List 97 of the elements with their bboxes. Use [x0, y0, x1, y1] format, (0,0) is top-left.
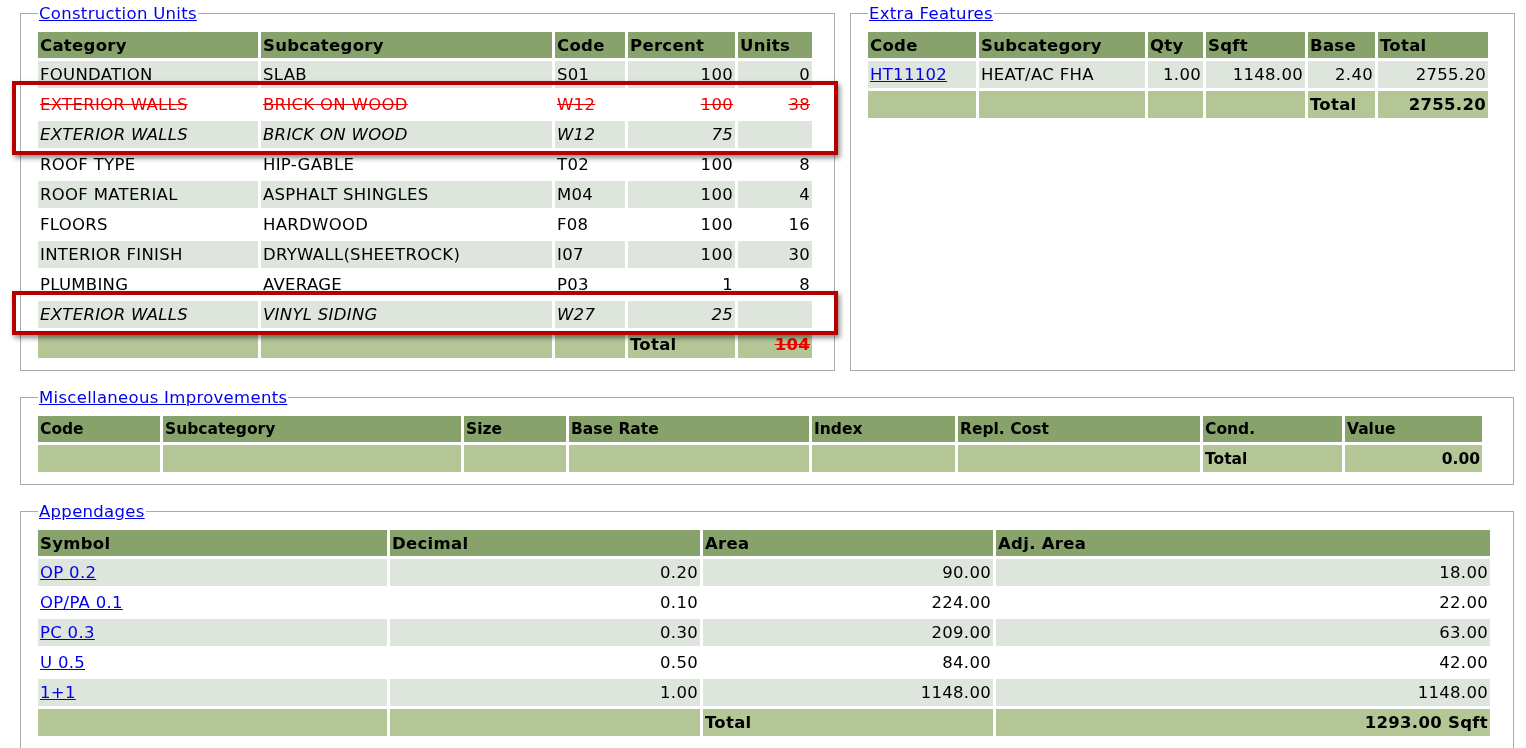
- table-cell-text: 16: [787, 214, 811, 236]
- table-cell: ROOF MATERIAL: [38, 181, 258, 208]
- table-cell: 209.00: [703, 619, 993, 646]
- column-header: Category: [38, 32, 258, 58]
- footer-cell: [1148, 91, 1203, 118]
- table-cell: ASPHALT SHINGLES: [261, 181, 552, 208]
- table-cell: 1.00: [390, 679, 700, 706]
- table-cell: I07: [555, 241, 625, 268]
- section-link[interactable]: Construction Units: [39, 4, 197, 23]
- table-cell: 90.00: [703, 559, 993, 586]
- symbol-link[interactable]: 1+1: [40, 683, 76, 702]
- table-cell: 2.40: [1308, 61, 1375, 88]
- table-cell: W12: [555, 121, 625, 148]
- column-header: Code: [38, 416, 160, 442]
- table-cell-text: 84.00: [941, 652, 992, 674]
- table-cell-text: 8: [798, 154, 811, 176]
- section-link[interactable]: Miscellaneous Improvements: [39, 388, 288, 407]
- table-cell: W27: [555, 301, 625, 328]
- column-header: Value: [1345, 416, 1482, 442]
- table-cell-text: AVERAGE: [262, 274, 344, 296]
- column-header: Code: [868, 32, 976, 58]
- table-cell-text: P03: [556, 274, 590, 296]
- table-cell-text: 1: [721, 274, 734, 296]
- column-header: Area: [703, 530, 993, 556]
- table-cell-text: PLUMBING: [39, 274, 130, 296]
- column-header: Units: [738, 32, 812, 58]
- total-label: Total: [1308, 91, 1375, 118]
- column-header: Percent: [628, 32, 735, 58]
- table-cell-text: F08: [556, 214, 590, 236]
- section-link[interactable]: Extra Features: [869, 4, 993, 23]
- column-header: Sqft: [1206, 32, 1305, 58]
- column-header: Subcategory: [163, 416, 461, 442]
- column-header: Index: [812, 416, 955, 442]
- total-value: 2755.20: [1378, 91, 1488, 118]
- column-header: Decimal: [390, 530, 700, 556]
- table-cell-text: FLOORS: [39, 214, 109, 236]
- table-cell-text: 224.00: [930, 592, 992, 614]
- table-cell-text: 42.00: [1438, 652, 1489, 674]
- table-cell: BRICK ON WOOD: [261, 121, 552, 148]
- total-label: Total: [703, 709, 993, 736]
- total-label: Total: [1203, 445, 1342, 472]
- table-cell: EXTERIOR WALLS: [38, 121, 258, 148]
- table-cell-text: BRICK ON WOOD: [262, 94, 409, 116]
- table-cell: 0.20: [390, 559, 700, 586]
- column-header: Cond.: [1203, 416, 1342, 442]
- table-cell: 1148.00: [703, 679, 993, 706]
- symbol-link[interactable]: PC 0.3: [40, 623, 95, 642]
- column-header: Code: [555, 32, 625, 58]
- table-cell: 75: [628, 121, 735, 148]
- table-cell-text: 0.10: [659, 592, 699, 614]
- column-header: Qty: [1148, 32, 1203, 58]
- table-cell-text: ROOF TYPE: [39, 154, 137, 176]
- column-header: Symbol: [38, 530, 387, 556]
- table-cell-text: 22.00: [1438, 592, 1489, 614]
- total-value: 1293.00 Sqft: [996, 709, 1490, 736]
- table-cell-text: 100: [699, 94, 734, 116]
- column-header: Subcategory: [979, 32, 1145, 58]
- table-cell-text: T02: [556, 154, 590, 176]
- table-cell: 1.00: [1148, 61, 1203, 88]
- table-cell: DRYWALL(SHEETROCK): [261, 241, 552, 268]
- table-cell-text: HIP-GABLE: [262, 154, 356, 176]
- total-value: 0.00: [1345, 445, 1482, 472]
- column-header: Repl. Cost: [958, 416, 1200, 442]
- table-cell: 18.00: [996, 559, 1490, 586]
- column-header: Total: [1378, 32, 1488, 58]
- table-cell: VINYL SIDING: [261, 301, 552, 328]
- table-cell: INTERIOR FINISH: [38, 241, 258, 268]
- table-cell: 63.00: [996, 619, 1490, 646]
- table-cell: M04: [555, 181, 625, 208]
- symbol-link[interactable]: OP/PA 0.1: [40, 593, 123, 612]
- table-cell-text: W12: [556, 94, 597, 116]
- table-cell: HEAT/AC FHA: [979, 61, 1145, 88]
- table-cell: 100: [628, 181, 735, 208]
- table-cell: 4: [738, 181, 812, 208]
- table-cell: 0.30: [390, 619, 700, 646]
- table-cell-text: HARDWOOD: [262, 214, 370, 236]
- table-cell: 25: [628, 301, 735, 328]
- table-cell-text: 38: [787, 94, 811, 116]
- table-cell: 1148.00: [996, 679, 1490, 706]
- column-header: Adj. Area: [996, 530, 1490, 556]
- column-header: Subcategory: [261, 32, 552, 58]
- symbol-link[interactable]: U 0.5: [40, 653, 86, 672]
- table-cell: EXTERIOR WALLS: [38, 301, 258, 328]
- table-cell-text: 100: [699, 214, 734, 236]
- table-cell: 30: [738, 241, 812, 268]
- table-cell-text: EXTERIOR WALLS: [39, 94, 189, 116]
- column-header: Base: [1308, 32, 1375, 58]
- table-cell: 1148.00: [1206, 61, 1305, 88]
- column-header: Base Rate: [569, 416, 809, 442]
- column-header: Size: [464, 416, 566, 442]
- table-cell-text: 100: [699, 154, 734, 176]
- table-cell: 100: [628, 241, 735, 268]
- symbol-link[interactable]: OP 0.2: [40, 563, 97, 582]
- table-cell: 2755.20: [1378, 61, 1488, 88]
- table-cell-text: 8: [798, 274, 811, 296]
- table-cell-text: 0.50: [659, 652, 699, 674]
- section-link[interactable]: Appendages: [39, 502, 145, 521]
